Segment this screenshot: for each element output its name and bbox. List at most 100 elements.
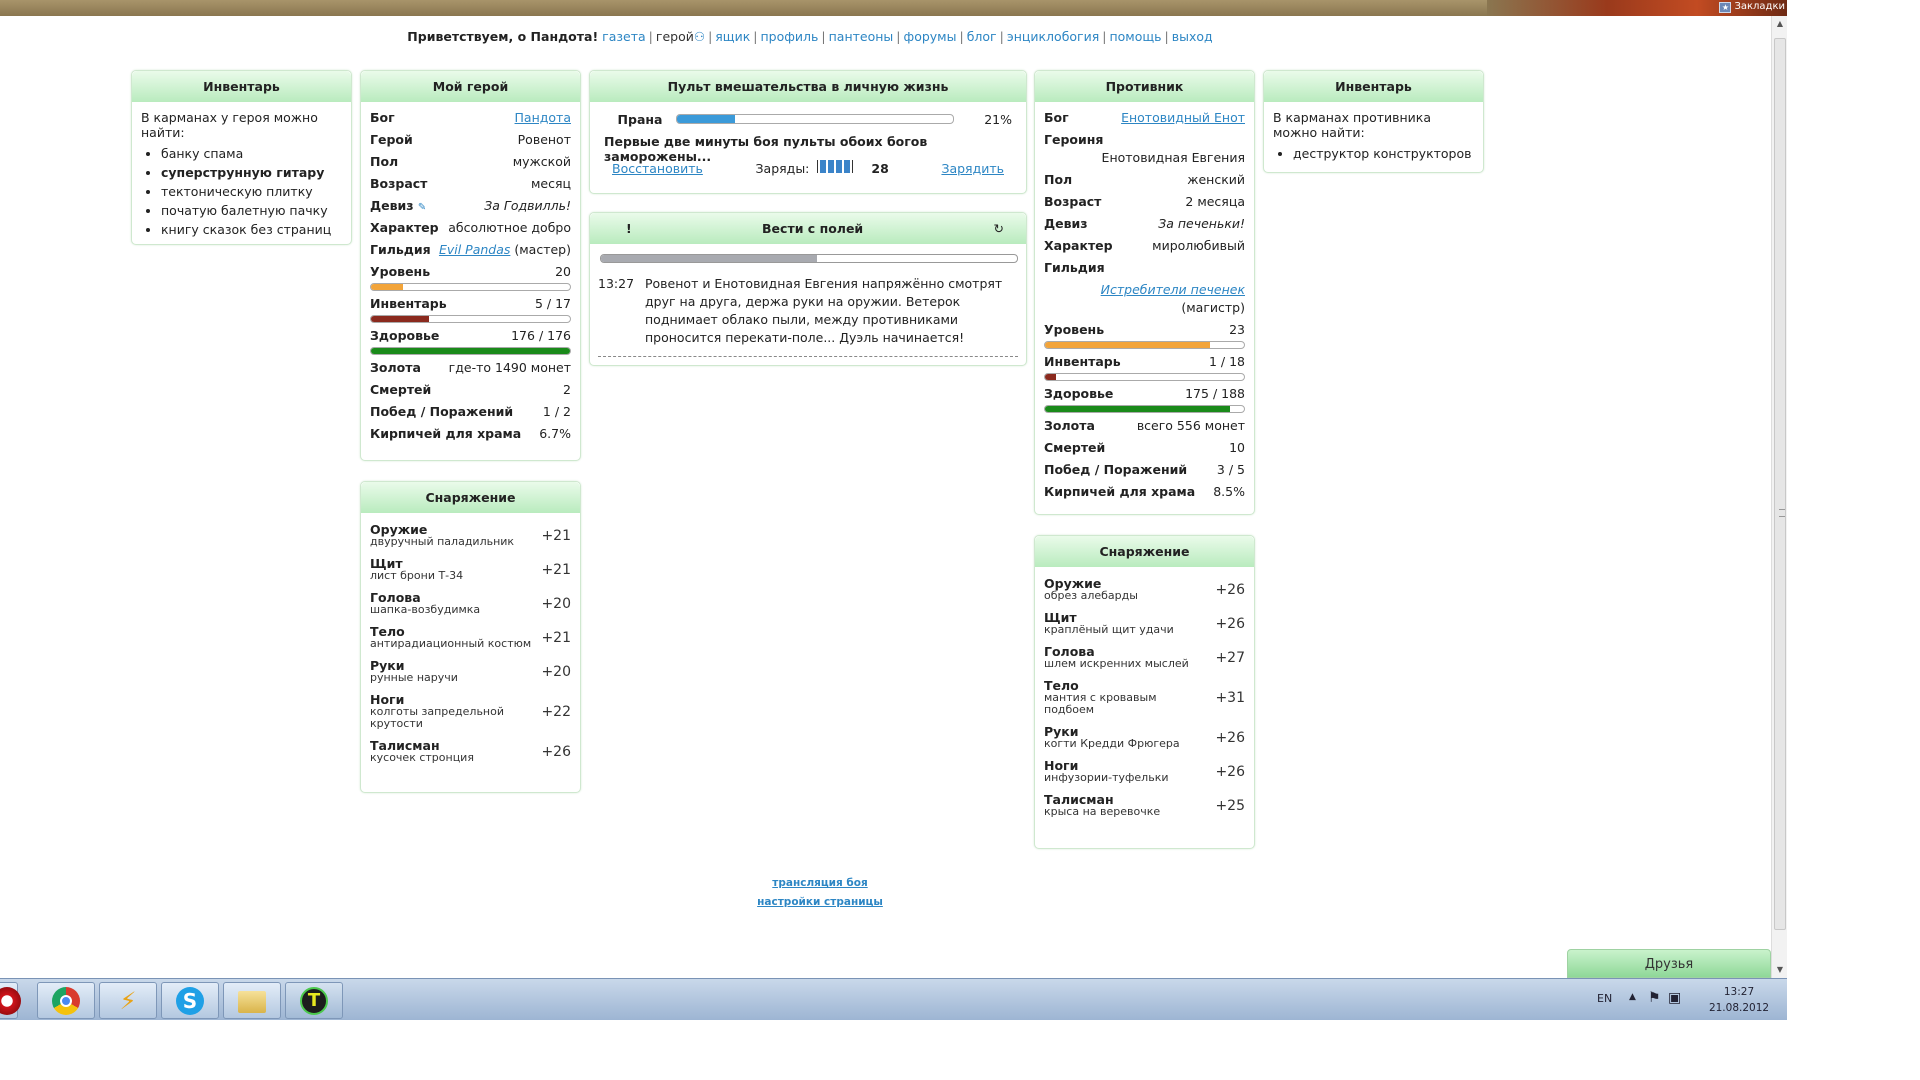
winamp-taskbar-button[interactable]: ⚡ (99, 982, 157, 1019)
teamspeak-taskbar-button[interactable]: T (285, 982, 343, 1019)
inventory-item: книгу сказок без страниц (161, 220, 342, 239)
progress-fill (1045, 374, 1056, 380)
scroll-up-arrow-icon[interactable]: ▲ (1772, 16, 1788, 32)
battle-broadcast-link[interactable]: трансляция боя (720, 874, 920, 893)
opponent-deaths-row: Смертей 10 (1044, 440, 1245, 455)
panel-title: Снаряжение (1035, 536, 1254, 567)
panel-title: Инвентарь (132, 71, 351, 102)
language-indicator[interactable]: EN (1597, 992, 1612, 1034)
hero-motto-row: Девиз ✎ За Годвилль! (370, 198, 571, 213)
hero-health-row: Здоровье 176 / 176 (370, 328, 571, 360)
hero-guild-link[interactable]: Evil Pandas (439, 242, 510, 257)
inventory-item: тектоническую плитку (161, 182, 342, 201)
opponent-gender-row: Пол женский (1044, 172, 1245, 187)
opponent-inventory-panel: Инвентарь В карманах противника можно на… (1263, 70, 1484, 173)
progress-fill (371, 284, 403, 290)
action-center-flag-icon[interactable]: ⚑ (1648, 990, 1661, 1032)
nav-newspaper[interactable]: газета (602, 29, 646, 44)
progress-fill (371, 348, 570, 354)
nav-logout[interactable]: выход (1172, 29, 1213, 44)
restore-prana-link[interactable]: Восстановить (612, 161, 703, 176)
explorer-taskbar-button[interactable] (223, 982, 281, 1019)
nav-forums[interactable]: форумы (904, 29, 957, 44)
skype-taskbar-button[interactable]: S (161, 982, 219, 1019)
bookmarks-button[interactable]: ★ Закладки (1719, 1, 1785, 13)
equipment-row: Ноги инфузории-туфельки +26 (1044, 758, 1245, 784)
system-clock[interactable]: 13:27 21.08.2012 (1699, 984, 1779, 1016)
inventory-item[interactable]: суперструнную гитару (161, 163, 342, 182)
folder-icon (238, 991, 266, 1013)
battle-news-panel: ! Вести с полей ↻ 13:27 Ровенот и Енотов… (589, 212, 1027, 366)
edit-pencil-icon[interactable]: ✎ (418, 202, 426, 213)
teamspeak-icon: T (300, 987, 328, 1015)
nav-profile[interactable]: профиль (760, 29, 818, 44)
hero-equipment-list: Оружие двуручный паладильник +21 Щит лист б… (361, 513, 580, 781)
hero-health-bar (370, 347, 571, 355)
page-scrollbar[interactable]: ▲ ▼ (1771, 16, 1787, 978)
top-navigation: Приветствуем, о Пандота! газета | герой⚇ | я… (407, 29, 1213, 44)
opponent-guild-value: Истребители печенек (1044, 282, 1245, 300)
charges-indicator-icon (817, 160, 854, 173)
opponent-equipment-list: Оружие обрез алебарды +26 Щит краплёный щит… (1035, 567, 1254, 835)
inventory-intro: В карманах противника можно найти: (1273, 110, 1432, 140)
panel-title: Снаряжение (361, 482, 580, 513)
nav-help[interactable]: помощь (1109, 29, 1161, 44)
network-icon[interactable]: ▣ (1668, 990, 1681, 1032)
scroll-thumb[interactable] (1774, 38, 1786, 930)
opponent-level-bar (1044, 341, 1245, 349)
equipment-row: Голова шлем искренних мыслей +27 (1044, 644, 1245, 670)
hero-inventory-row: Инвентарь 5 / 17 (370, 296, 571, 328)
alert-icon[interactable]: ! (626, 213, 632, 244)
inventory-list: деструктор конструкторов (1293, 144, 1474, 163)
opponent-name-value: Енотовидная Евгения (1101, 150, 1245, 165)
nav-pantheons[interactable]: пантеоны (829, 29, 894, 44)
prana-value: 21% (984, 111, 1012, 127)
inventory-intro: В карманах у героя можно найти: (141, 110, 318, 140)
inventory-item: деструктор конструкторов (1293, 144, 1474, 163)
refresh-icon[interactable]: ↻ (994, 213, 1004, 244)
opponent-health-bar (1044, 405, 1245, 413)
equipment-row: Талисман крыса на веревочке +25 (1044, 792, 1245, 818)
page-settings-link[interactable]: настройки страницы (720, 893, 920, 912)
hero-wins-row: Побед / Поражений 1 / 2 (370, 404, 571, 419)
hero-deaths-row: Смертей 2 (370, 382, 571, 397)
hero-guild-row: Гильдия Evil Pandas (мастер) (370, 242, 571, 257)
browser-top-strip: ★ Закладки (0, 0, 1787, 16)
opponent-bricks-row: Кирпичей для храма 8.5% (1044, 484, 1245, 499)
show-hidden-icons-icon[interactable]: ▲ (1629, 992, 1636, 1034)
panel-title: Вести с полей (762, 221, 864, 236)
opponent-inventory-row: Инвентарь 1 / 18 (1044, 354, 1245, 386)
progress-fill (371, 316, 429, 322)
hero-stats-panel: Мой герой Бог Пандота Герой Ровенот Пол муж… (360, 70, 581, 461)
progress-fill (1045, 406, 1231, 412)
equipment-row: Оружие двуручный паладильник +21 (370, 522, 571, 548)
hero-god-link[interactable]: Пандота (515, 110, 571, 125)
nav-blog[interactable]: блог (967, 29, 997, 44)
opponent-guild-link[interactable]: Истребители печенек (1101, 282, 1245, 297)
scroll-down-arrow-icon[interactable]: ▼ (1772, 962, 1788, 978)
opera-taskbar-button[interactable] (0, 982, 21, 1019)
opponent-character-row: Характер миролюбивый (1044, 238, 1245, 253)
equipment-row: Руки когти Кредди Фрюгера +26 (1044, 724, 1245, 750)
opponent-god-link[interactable]: Енотовидный Енот (1121, 110, 1245, 125)
nav-hero[interactable]: герой (656, 29, 694, 44)
news-text: Ровенот и Енотовидная Евгения напряжённо… (645, 276, 1003, 345)
news-divider (598, 356, 1018, 357)
equipment-row: Руки рунные наручи +20 (370, 658, 571, 684)
chrome-taskbar-button[interactable] (37, 982, 95, 1019)
hero-bricks-row: Кирпичей для храма 6.7% (370, 426, 571, 441)
equipment-row: Ноги колготы запредельной крутости +22 (370, 692, 571, 730)
equipment-row: Тело мантия с кровавым подбоем +31 (1044, 678, 1245, 716)
nav-box[interactable]: ящик (715, 29, 750, 44)
nav-encyclopedia[interactable]: энциклобогия (1007, 29, 1099, 44)
clock-time: 13:27 (1723, 986, 1755, 998)
opponent-level-row: Уровень 23 (1044, 322, 1245, 354)
star-icon: ★ (1719, 2, 1732, 13)
opponent-wins-row: Побед / Поражений 3 / 5 (1044, 462, 1245, 477)
opponent-age-row: Возраст 2 месяца (1044, 194, 1245, 209)
opponent-inventory-bar (1044, 373, 1245, 381)
charge-link[interactable]: Зарядить (941, 161, 1004, 176)
clock-date: 21.08.2012 (1708, 1002, 1770, 1014)
opponent-guild-rank: (магистр) (1181, 300, 1245, 315)
friends-tab[interactable]: Друзья (1567, 949, 1771, 978)
